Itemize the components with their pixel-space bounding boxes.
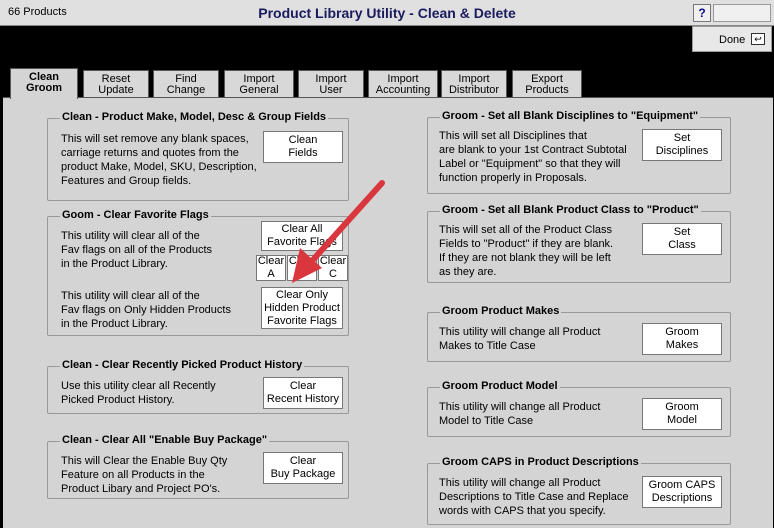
group-description: This utility will clear all of the Fav fl… bbox=[61, 230, 213, 270]
disciplines-group: Groom - Set all Blank Disciplines to "Eq… bbox=[427, 110, 731, 194]
groom-caps-button[interactable]: Groom CAPS Descriptions bbox=[642, 476, 722, 508]
title-bar: 66 Products Product Library Utility - Cl… bbox=[0, 0, 774, 26]
group-description: This will set all Disciplines that are bl… bbox=[439, 130, 627, 184]
favorite-flags-group: Goom - Clear Favorite Flags This utility… bbox=[47, 209, 349, 336]
tab-reset-update[interactable]: Reset Update bbox=[83, 70, 149, 98]
set-class-button[interactable]: Set Class bbox=[642, 223, 722, 255]
tab-line-2: Products bbox=[525, 84, 569, 96]
tab-line-2: Accounting bbox=[375, 84, 431, 96]
group-title: Clean - Product Make, Model, Desc & Grou… bbox=[60, 111, 329, 123]
tab-line-2: Change bbox=[166, 84, 206, 96]
group-description: Use this utility clear all Recently Picke… bbox=[61, 380, 216, 406]
caps-group: Groom CAPS in Product Descriptions This … bbox=[427, 456, 731, 525]
done-label: Done bbox=[719, 34, 746, 46]
model-group: Groom Product Model This utility will ch… bbox=[427, 380, 731, 437]
group-title: Groom Product Model bbox=[440, 380, 560, 392]
window-title: Product Library Utility - Clean & Delete bbox=[258, 5, 516, 21]
tab-find-change[interactable]: Find Change bbox=[153, 70, 219, 98]
group-description: This will Clear the Enable Buy Qty Featur… bbox=[61, 455, 228, 495]
clear-c-button[interactable]: Clear C bbox=[318, 255, 348, 281]
makes-group: Groom Product Makes This utility will ch… bbox=[427, 305, 731, 362]
group-title: Clean - Clear Recently Picked Product Hi… bbox=[60, 359, 305, 371]
group-title: Groom Product Makes bbox=[440, 305, 562, 317]
tab-export-products[interactable]: Export Products bbox=[512, 70, 582, 98]
exit-icon: ↩ bbox=[751, 33, 765, 45]
title-bar-right-box bbox=[713, 4, 771, 22]
clear-all-favorite-flags-button[interactable]: Clear All Favorite Flags bbox=[261, 221, 343, 251]
group-title: Goom - Clear Favorite Flags bbox=[60, 209, 211, 221]
done-button[interactable]: Done ↩ bbox=[692, 26, 772, 52]
group-description-2: This utility will clear all of the Fav fl… bbox=[61, 290, 231, 330]
group-title: Groom - Set all Blank Product Class to "… bbox=[440, 204, 701, 216]
tab-line-2: User bbox=[319, 84, 343, 96]
tab-line-2: Groom bbox=[25, 82, 63, 94]
group-title: Clean - Clear All "Enable Buy Package" bbox=[60, 434, 270, 446]
buy-package-group: Clean - Clear All "Enable Buy Package" T… bbox=[47, 434, 349, 499]
tab-line-2: Distributor bbox=[448, 84, 500, 96]
tab-import-distributor[interactable]: Import Distributor bbox=[441, 70, 507, 98]
tab-import-accounting[interactable]: Import Accounting bbox=[368, 70, 438, 98]
tab-clean-groom[interactable]: Clean Groom bbox=[10, 68, 78, 99]
group-description: This will set remove any blank spaces, ca… bbox=[61, 133, 257, 187]
tab-import-user[interactable]: Import User bbox=[298, 70, 364, 98]
groom-makes-button[interactable]: Groom Makes bbox=[642, 323, 722, 355]
group-title: Groom CAPS in Product Descriptions bbox=[440, 456, 641, 468]
tab-line-2: General bbox=[239, 84, 279, 96]
clear-b-button[interactable]: Clear B bbox=[287, 255, 317, 281]
clear-a-button[interactable]: Clear A bbox=[256, 255, 286, 281]
group-title: Groom - Set all Blank Disciplines to "Eq… bbox=[440, 110, 701, 122]
group-description: This utility will change all Product Mode… bbox=[439, 401, 601, 427]
clear-buy-package-button[interactable]: Clear Buy Package bbox=[263, 452, 343, 484]
groom-model-button[interactable]: Groom Model bbox=[642, 398, 722, 430]
clear-hidden-favorite-flags-button[interactable]: Clear Only Hidden Product Favorite Flags bbox=[261, 287, 343, 329]
product-class-group: Groom - Set all Blank Product Class to "… bbox=[427, 204, 731, 283]
clean-fields-button[interactable]: Clean Fields bbox=[263, 131, 343, 163]
recent-history-group: Clean - Clear Recently Picked Product Hi… bbox=[47, 359, 349, 414]
help-button[interactable]: ? bbox=[693, 4, 711, 22]
group-description: This utility will change all Product Make… bbox=[439, 326, 601, 352]
tab-line-2: Update bbox=[98, 84, 134, 96]
set-disciplines-button[interactable]: Set Disciplines bbox=[642, 129, 722, 161]
tab-import-general[interactable]: Import General bbox=[224, 70, 294, 98]
clean-fields-group: Clean - Product Make, Model, Desc & Grou… bbox=[47, 111, 349, 201]
tab-content-panel: Clean - Product Make, Model, Desc & Grou… bbox=[3, 97, 773, 528]
group-description: This utility will change all Product Desc… bbox=[439, 477, 629, 517]
group-description: This will set all of the Product Class Fi… bbox=[439, 224, 614, 278]
clear-recent-history-button[interactable]: Clear Recent History bbox=[263, 377, 343, 409]
